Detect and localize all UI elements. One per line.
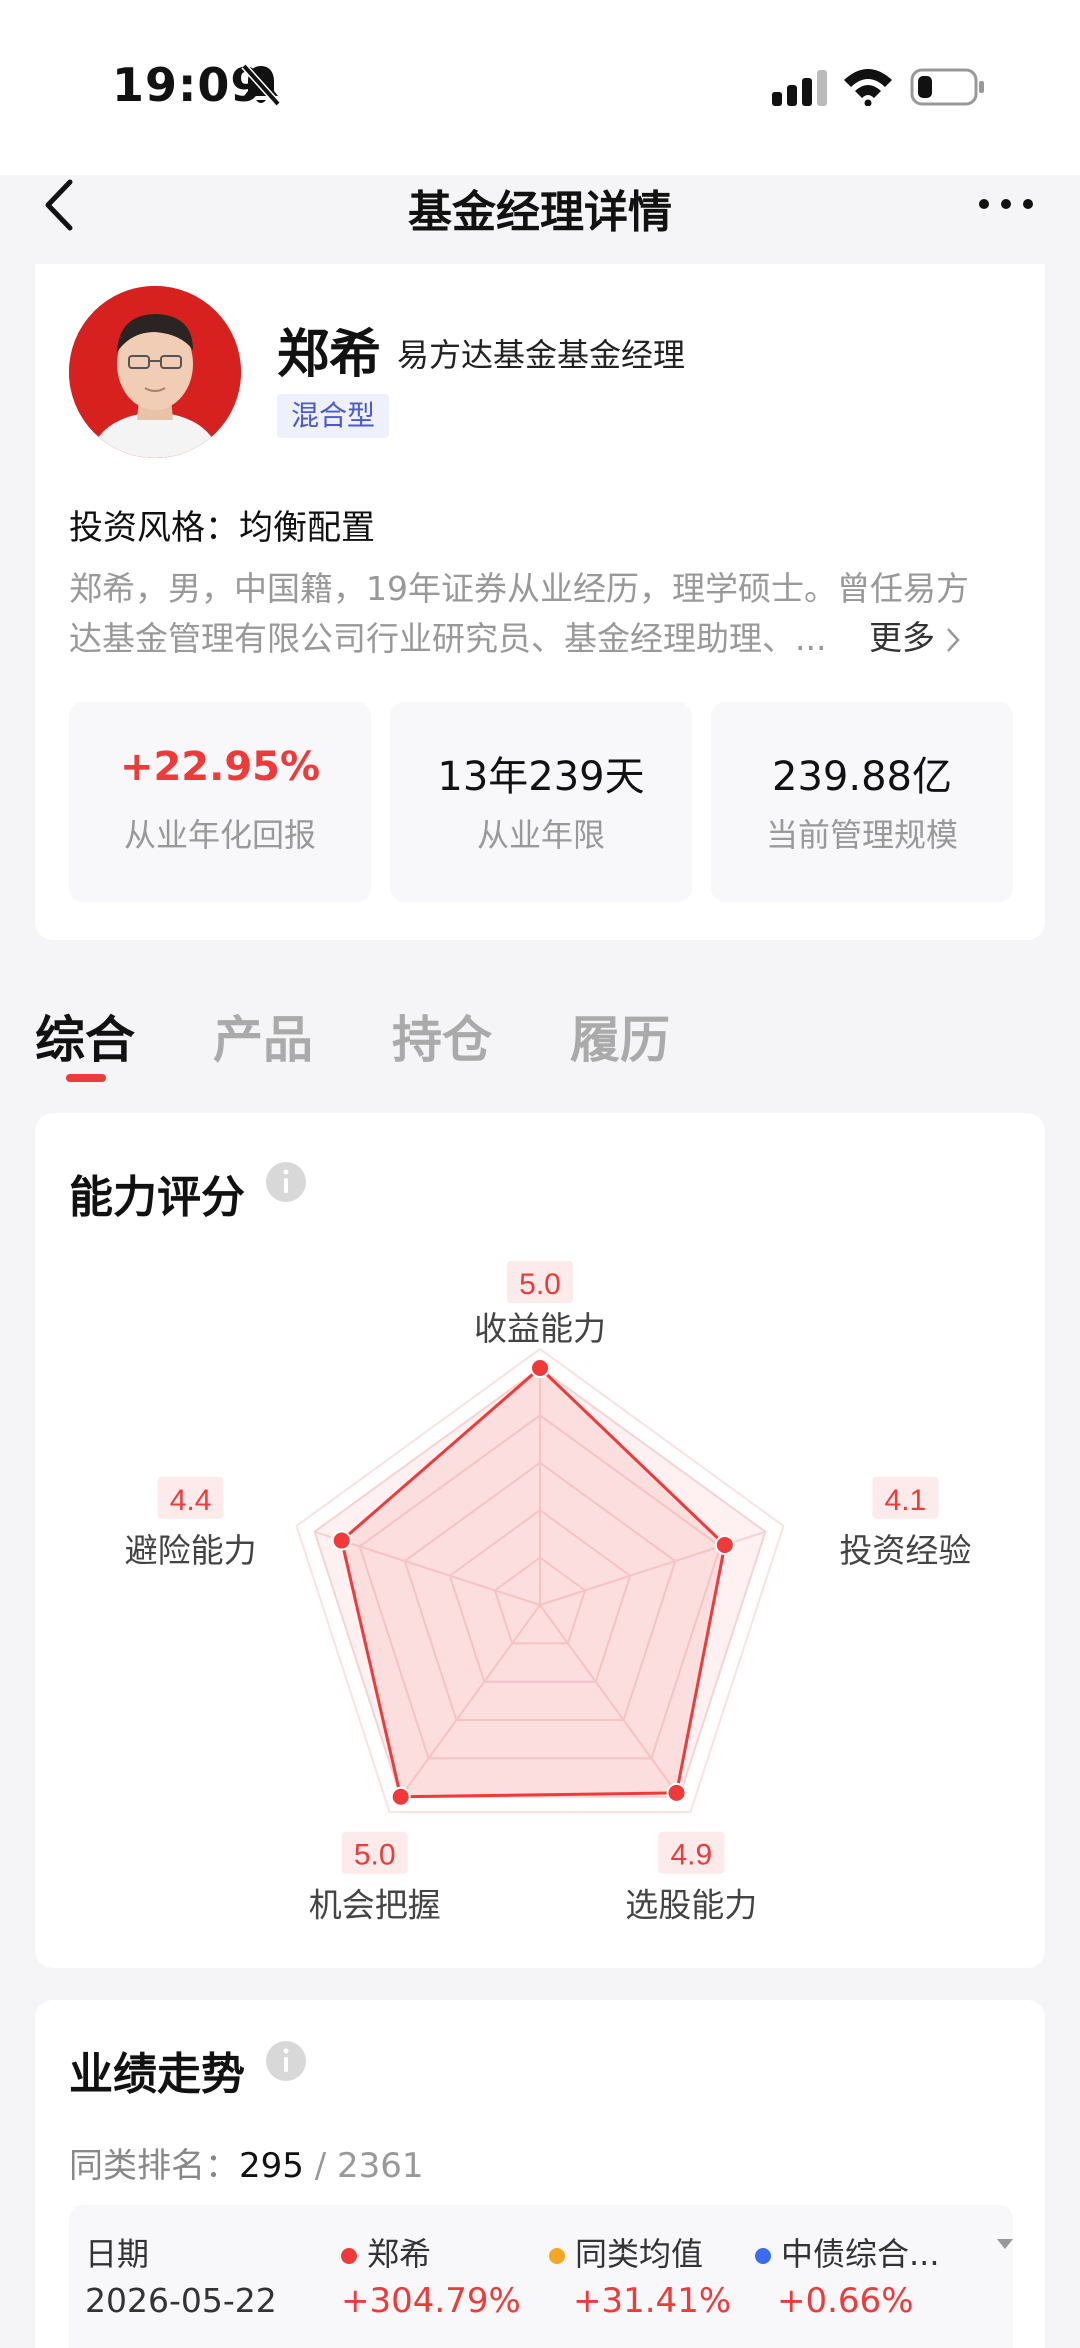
legend-name: 中债综合... xyxy=(781,2235,940,2273)
page-title: 基金经理详情 xyxy=(408,187,672,238)
radar-value-label: 5.0 xyxy=(519,1268,561,1301)
radar-axis-label: 避险能力 xyxy=(125,1531,257,1570)
legend-dot xyxy=(755,2248,771,2264)
investment-style: 投资风格：均衡配置 xyxy=(69,508,375,548)
stat-label: 从业年化回报 xyxy=(123,816,316,854)
legend-value: +304.79% xyxy=(341,2281,521,2321)
radar-axis-label: 选股能力 xyxy=(625,1886,757,1925)
tab-holdings[interactable]: 持仓 xyxy=(392,1000,492,1072)
stat-label: 当前管理规模 xyxy=(765,816,958,854)
date-value: 2026-05-22 xyxy=(85,2281,277,2320)
bell-muted-icon xyxy=(241,63,281,107)
radar-axis-label: 机会把握 xyxy=(309,1886,441,1925)
chart-legend: 日期 2026-05-22 郑希 +304.79% 同类均值 +31.41% 中… xyxy=(69,2205,1013,2348)
legend-item: 同类均值 xyxy=(549,2229,703,2275)
wifi-icon xyxy=(844,69,892,106)
radar-axis-label: 投资经验 xyxy=(839,1531,971,1570)
radar-point xyxy=(666,1782,687,1803)
legend-item[interactable]: 中债综合... xyxy=(755,2229,940,2275)
stat-value: 239.88亿 xyxy=(772,754,952,800)
stat-value: +22.95% xyxy=(119,744,321,790)
radar-value-label: 5.0 xyxy=(354,1839,396,1872)
chevron-right-icon xyxy=(947,627,960,652)
radar-point xyxy=(714,1534,735,1555)
signal-icon xyxy=(772,70,827,106)
radar-point xyxy=(390,1786,411,1807)
legend-dot xyxy=(341,2248,357,2264)
radar-chart: 5.0 收益能力 4.1 投资经验 4.9 选股能力 5.0 机会把握 4.4 避险能力 xyxy=(125,1261,971,1925)
radar-value-label: 4.1 xyxy=(885,1484,927,1517)
manager-profile-card: 郑希 易方达基金基金经理 混合型 投资风格：均衡配置 郑希，男，中国籍，19年证… xyxy=(35,264,1045,940)
radar-axis-label: 收益能力 xyxy=(474,1309,606,1348)
ability-score-card: 能力评分 5.0 收益能力 4.1 投资经验 4.9 选股能力 5.0 机会把握 4.4 避险能力 xyxy=(35,1113,1045,1968)
fund-type-badge: 混合型 xyxy=(277,394,390,438)
radar-point xyxy=(331,1530,352,1551)
radar-series-area xyxy=(340,1366,727,1799)
date-label: 日期 xyxy=(85,2235,150,2273)
info-icon[interactable] xyxy=(265,2040,307,2082)
tab-resume[interactable]: 履历 xyxy=(570,1000,670,1072)
bio-line: 郑希，男，中国籍，19年证券从业经历，理学硕士。曾任易方 xyxy=(69,569,969,608)
performance-card: 业绩走势 同类排名：295 / 2361 日期 2026-05-22 郑希 +3… xyxy=(35,2000,1045,2348)
dropdown-caret-icon[interactable] xyxy=(995,2237,1015,2251)
legend-name: 同类均值 xyxy=(575,2235,704,2273)
stat-label: 从业年限 xyxy=(476,816,605,854)
radar-value-label: 4.4 xyxy=(170,1484,212,1517)
manager-name: 郑希 xyxy=(277,325,382,385)
peer-rank: 同类排名：295 / 2361 xyxy=(69,2146,424,2186)
radar-point xyxy=(530,1358,550,1378)
stat-aum: 239.88亿 当前管理规模 xyxy=(711,702,1013,902)
stats-row: +22.95% 从业年化回报 13年239天 从业年限 239.88亿 当前管理… xyxy=(69,702,1013,902)
legend-dot xyxy=(549,2248,565,2264)
manager-company: 易方达基金基金经理 xyxy=(397,336,686,374)
legend-name: 郑希 xyxy=(367,2235,432,2273)
stat-annual-return: +22.95% 从业年化回报 xyxy=(69,702,371,902)
radar-value-label: 4.9 xyxy=(670,1839,712,1872)
bio-more-link[interactable]: 更多 xyxy=(869,611,961,659)
stat-tenure: 13年239天 从业年限 xyxy=(390,702,692,902)
active-tab-indicator xyxy=(66,1074,106,1082)
rank-label: 同类排名： xyxy=(69,2146,239,2186)
tab-products[interactable]: 产品 xyxy=(213,1000,313,1072)
card-title: 业绩走势 xyxy=(69,2049,245,2100)
more-icon[interactable] xyxy=(976,196,1036,212)
stat-value: 13年239天 xyxy=(437,754,645,800)
rank-value: 295 xyxy=(239,2146,304,2186)
bio-more-label: 更多 xyxy=(869,618,935,657)
status-bar: 19:09 xyxy=(0,0,1080,175)
rank-total: 2361 xyxy=(336,2146,424,2186)
legend-value: +0.66% xyxy=(777,2281,914,2321)
legend-value: +31.41% xyxy=(573,2281,732,2321)
legend-item: 郑希 xyxy=(341,2229,431,2275)
avatar xyxy=(69,286,241,458)
tab-overview[interactable]: 综合 xyxy=(35,1000,135,1072)
battery-icon xyxy=(910,68,984,106)
